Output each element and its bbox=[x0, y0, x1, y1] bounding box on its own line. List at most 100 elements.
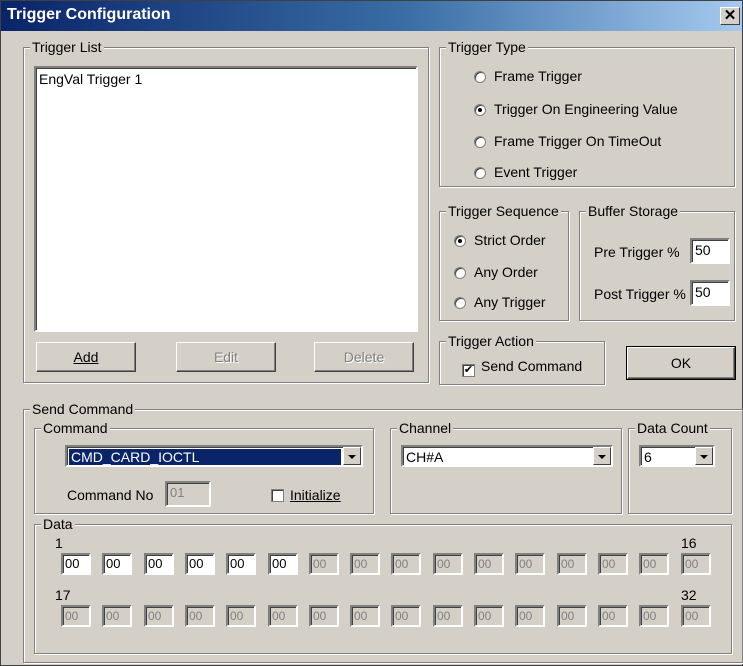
command-no-field: 01 bbox=[165, 481, 211, 507]
channel-legend: Channel bbox=[397, 420, 454, 436]
radio-any-order[interactable]: Any Order bbox=[454, 264, 538, 280]
data-byte-field: 00 bbox=[309, 605, 339, 627]
send-command-checkbox[interactable]: ✔ bbox=[462, 364, 475, 377]
trigger-type-group: Trigger Type Frame Trigger Trigger On En… bbox=[439, 39, 735, 187]
send-command-legend: Send Command bbox=[30, 401, 136, 417]
data-byte-field: 00 bbox=[639, 605, 669, 627]
data-byte-field: 00 bbox=[144, 605, 174, 627]
radio-trigger-on-engineering-value[interactable]: Trigger On Engineering Value bbox=[474, 101, 678, 117]
radio-indicator[interactable] bbox=[454, 267, 466, 279]
trigger-sequence-legend: Trigger Sequence bbox=[446, 203, 561, 219]
data-byte-field: 00 bbox=[598, 553, 628, 575]
trigger-list-group: Trigger List EngVal Trigger 1 Add Edit D… bbox=[23, 39, 429, 383]
trigger-list-legend: Trigger List bbox=[30, 39, 104, 55]
send-command-checkbox-row[interactable]: ✔ Send Command bbox=[462, 358, 582, 377]
trigger-type-legend: Trigger Type bbox=[446, 39, 528, 55]
data-count-selected-value: 6 bbox=[644, 449, 652, 465]
window-title: Trigger Configuration bbox=[7, 6, 171, 23]
data-count-combo[interactable]: 6 bbox=[639, 445, 715, 467]
post-trigger-input[interactable]: 50 bbox=[690, 280, 730, 306]
data-byte-field[interactable]: 00 bbox=[61, 553, 91, 575]
command-combo[interactable]: CMD_CARD_IOCTL bbox=[65, 445, 363, 467]
radio-event-trigger[interactable]: Event Trigger bbox=[474, 164, 577, 180]
data-legend: Data bbox=[41, 516, 75, 532]
close-button[interactable]: ✕ bbox=[720, 7, 740, 25]
checkmark-icon: ✔ bbox=[463, 364, 474, 376]
delete-button[interactable]: Delete bbox=[314, 342, 414, 372]
data-byte-field: 00 bbox=[350, 605, 380, 627]
data-row-1: 00 00 00 00 00 00 00 00 00 00 00 00 00 00 00 00 bbox=[35, 553, 733, 577]
data-byte-field: 00 bbox=[226, 605, 256, 627]
data-byte-field: 00 bbox=[557, 605, 587, 627]
chevron-down-icon[interactable] bbox=[343, 447, 361, 465]
trigger-listbox[interactable]: EngVal Trigger 1 bbox=[34, 66, 418, 332]
pre-trigger-label: Pre Trigger % bbox=[594, 244, 680, 260]
data-byte-field: 00 bbox=[268, 605, 298, 627]
data-group: Data 1 16 00 00 00 00 00 00 00 00 00 00 00 00 00 00 00… bbox=[34, 516, 733, 654]
radio-indicator[interactable] bbox=[454, 297, 466, 309]
data-count-legend: Data Count bbox=[635, 420, 710, 436]
initialize-checkbox-row[interactable]: Initialize bbox=[271, 487, 341, 503]
data-byte-field: 00 bbox=[557, 553, 587, 575]
trigger-sequence-group: Trigger Sequence Strict Order Any Order … bbox=[439, 203, 569, 321]
data-byte-field: 00 bbox=[61, 605, 91, 627]
data-byte-field[interactable]: 00 bbox=[226, 553, 256, 575]
data-byte-field: 00 bbox=[391, 553, 421, 575]
initialize-checkbox[interactable] bbox=[271, 489, 284, 502]
channel-combo[interactable]: CH#A bbox=[401, 445, 613, 467]
row2-start-index: 17 bbox=[55, 587, 71, 603]
post-trigger-label: Post Trigger % bbox=[594, 286, 686, 302]
data-byte-field[interactable]: 00 bbox=[185, 553, 215, 575]
data-byte-field: 00 bbox=[515, 605, 545, 627]
channel-selected-value: CH#A bbox=[406, 449, 444, 465]
trigger-action-legend: Trigger Action bbox=[446, 333, 536, 349]
list-item[interactable]: EngVal Trigger 1 bbox=[39, 71, 142, 87]
command-legend: Command bbox=[41, 420, 110, 436]
data-byte-field: 00 bbox=[102, 605, 132, 627]
data-row-2: 00 00 00 00 00 00 00 00 00 00 00 00 00 00 00 00 bbox=[35, 605, 733, 629]
radio-frame-trigger-on-timeout[interactable]: Frame Trigger On TimeOut bbox=[474, 133, 661, 149]
data-byte-field: 00 bbox=[391, 605, 421, 627]
data-count-group: Data Count 6 bbox=[628, 420, 732, 514]
data-byte-field: 00 bbox=[515, 553, 545, 575]
data-byte-field: 00 bbox=[350, 553, 380, 575]
row2-end-index: 32 bbox=[681, 587, 697, 603]
data-byte-field: 00 bbox=[474, 605, 504, 627]
data-byte-field: 00 bbox=[433, 553, 463, 575]
data-byte-field: 00 bbox=[639, 553, 669, 575]
command-group: Command CMD_CARD_IOCTL Command No 01 Ini… bbox=[34, 420, 374, 514]
data-byte-field: 00 bbox=[681, 605, 711, 627]
channel-group: Channel CH#A bbox=[390, 420, 622, 514]
radio-indicator[interactable] bbox=[454, 235, 466, 247]
data-byte-field: 00 bbox=[185, 605, 215, 627]
data-byte-field[interactable]: 00 bbox=[102, 553, 132, 575]
trigger-action-group: Trigger Action ✔ Send Command bbox=[439, 333, 605, 385]
command-selected-value: CMD_CARD_IOCTL bbox=[69, 449, 341, 465]
chevron-down-icon[interactable] bbox=[593, 447, 611, 465]
command-no-label: Command No bbox=[67, 487, 154, 503]
send-command-group: Send Command Command CMD_CARD_IOCTL Comm… bbox=[23, 401, 743, 663]
data-byte-field: 00 bbox=[598, 605, 628, 627]
data-byte-field[interactable]: 00 bbox=[268, 553, 298, 575]
pre-trigger-input[interactable]: 50 bbox=[690, 238, 730, 264]
radio-any-trigger[interactable]: Any Trigger bbox=[454, 294, 546, 310]
data-byte-field: 00 bbox=[309, 553, 339, 575]
data-byte-field: 00 bbox=[433, 605, 463, 627]
data-byte-field: 00 bbox=[681, 553, 711, 575]
ok-button[interactable]: OK bbox=[626, 346, 736, 380]
data-byte-field[interactable]: 00 bbox=[144, 553, 174, 575]
title-bar[interactable]: Trigger Configuration ✕ bbox=[1, 1, 742, 31]
edit-button[interactable]: Edit bbox=[176, 342, 276, 372]
chevron-down-icon[interactable] bbox=[695, 447, 713, 465]
radio-frame-trigger[interactable]: Frame Trigger bbox=[474, 68, 582, 84]
add-button[interactable]: Add bbox=[36, 342, 136, 372]
radio-indicator[interactable] bbox=[474, 167, 486, 179]
close-icon: ✕ bbox=[723, 7, 737, 24]
buffer-storage-group: Buffer Storage Pre Trigger % 50 Post Tri… bbox=[579, 203, 735, 321]
radio-indicator[interactable] bbox=[474, 104, 486, 116]
radio-indicator[interactable] bbox=[474, 136, 486, 148]
radio-indicator[interactable] bbox=[474, 71, 486, 83]
buffer-storage-legend: Buffer Storage bbox=[586, 203, 681, 219]
radio-strict-order[interactable]: Strict Order bbox=[454, 232, 546, 248]
row1-end-index: 16 bbox=[681, 535, 697, 551]
